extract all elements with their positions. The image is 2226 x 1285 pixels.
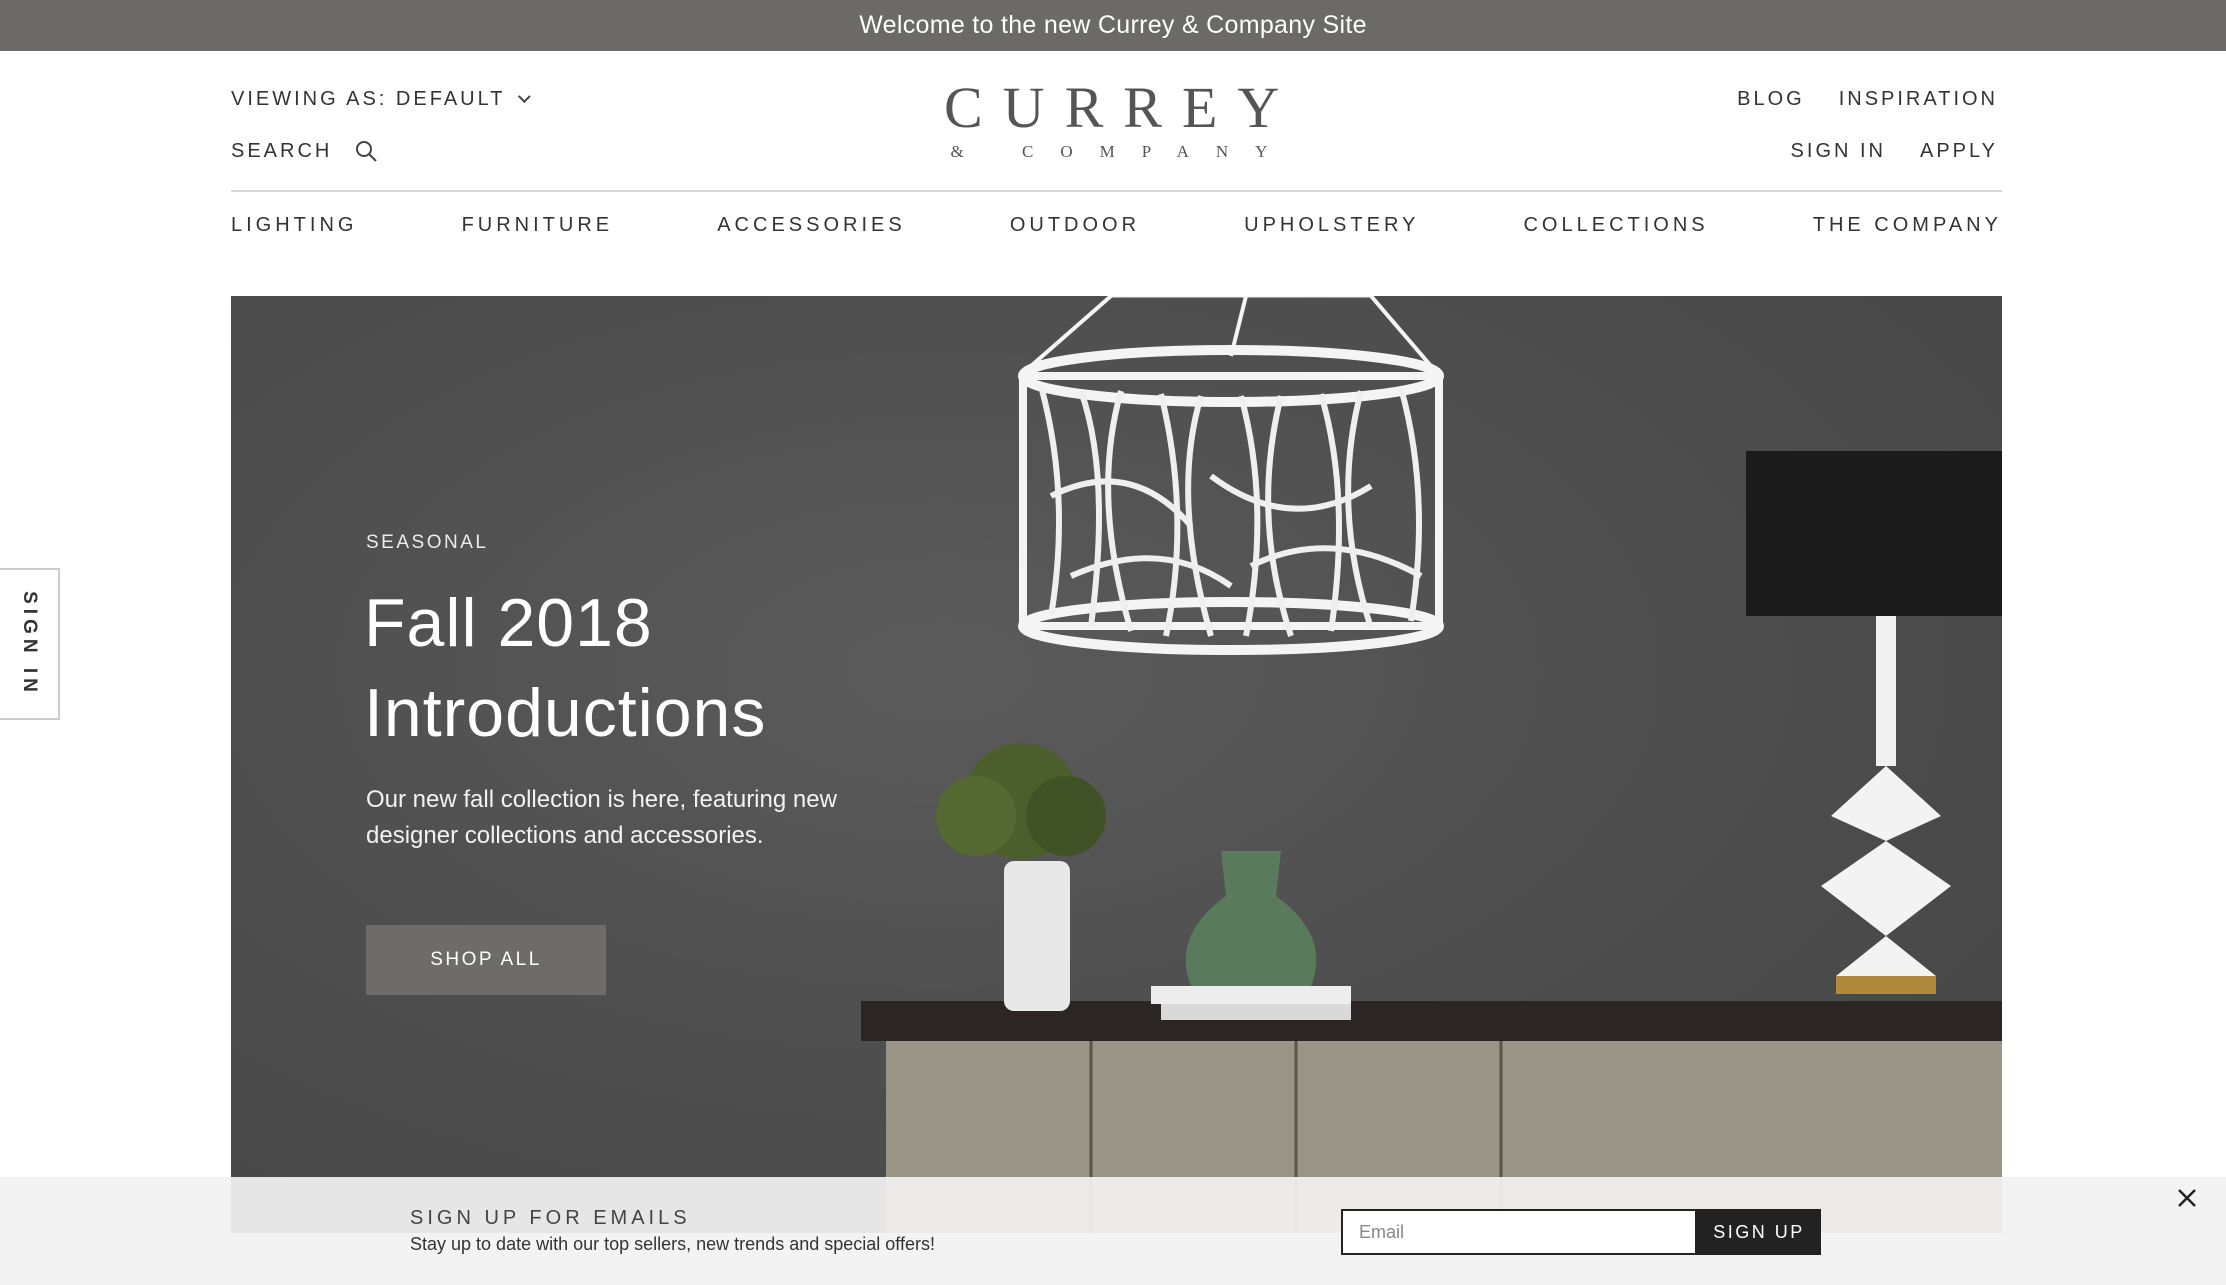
hero-product-image [861,296,2002,1233]
search-label: SEARCH [231,139,333,162]
logo-subline: & COMPANY [950,142,1295,161]
email-signup-bar: SIGN UP FOR EMAILS Stay up to date with … [0,1177,2226,1285]
nav-item-collections[interactable]: COLLECTIONS [1523,214,1708,237]
welcome-banner: Welcome to the new Currey & Company Site [0,0,2226,51]
sign-in-side-tab-label: SIGN IN [19,591,41,697]
header-right: BLOG INSPIRATION SIGN IN APPLY [1737,84,1998,166]
logo-wordmark: CURREY [944,75,1300,140]
nav-item-accessories[interactable]: ACCESSORIES [717,214,905,237]
inspiration-link[interactable]: INSPIRATION [1839,88,1998,111]
viewing-as-dropdown[interactable]: VIEWING AS: DEFAULT [231,84,532,114]
email-signup-title: SIGN UP FOR EMAILS [410,1207,691,1229]
hero-title-line1: Fall 2018 [364,585,653,661]
nav-item-outdoor[interactable]: OUTDOOR [1010,214,1140,237]
search-toggle[interactable]: SEARCH [231,136,526,166]
email-signup-subtitle: Stay up to date with our top sellers, ne… [410,1234,935,1254]
chevron-down-icon [518,89,532,103]
search-icon[interactable] [354,139,378,163]
hero-title: Fall 2018 Introductions [364,578,766,758]
hero-description: Our new fall collection is here, featuri… [366,786,837,849]
nav-item-lighting[interactable]: LIGHTING [231,214,357,237]
shop-all-button[interactable]: SHOP ALL [366,925,606,995]
welcome-banner-text: Welcome to the new Currey & Company Site [859,11,1367,39]
apply-link[interactable]: APPLY [1920,140,1998,163]
close-icon[interactable] [2176,1187,2198,1209]
header-divider [231,190,2002,192]
nav-item-upholstery[interactable]: UPHOLSTERY [1244,214,1419,237]
main-nav: LIGHTING FURNITURE ACCESSORIES OUTDOOR U… [231,214,2002,237]
viewing-as-label: VIEWING AS: DEFAULT [231,87,506,110]
hero-kicker: SEASONAL [366,532,489,553]
site-logo[interactable]: CURREY & COMPANY [930,75,1300,164]
hero-title-line2: Introductions [364,675,767,751]
header-left: VIEWING AS: DEFAULT SEARCH [231,84,532,166]
nav-item-the-company[interactable]: THE COMPANY [1813,214,2002,237]
sign-in-link[interactable]: SIGN IN [1791,140,1886,163]
email-input[interactable] [1341,1209,1697,1255]
sign-up-button[interactable]: SIGN UP [1697,1209,1821,1255]
blog-link[interactable]: BLOG [1737,88,1805,111]
sign-in-side-tab[interactable]: SIGN IN [0,568,60,720]
nav-item-furniture[interactable]: FURNITURE [462,214,614,237]
hero-banner: SEASONAL Fall 2018 Introductions Our new… [231,296,2002,1233]
